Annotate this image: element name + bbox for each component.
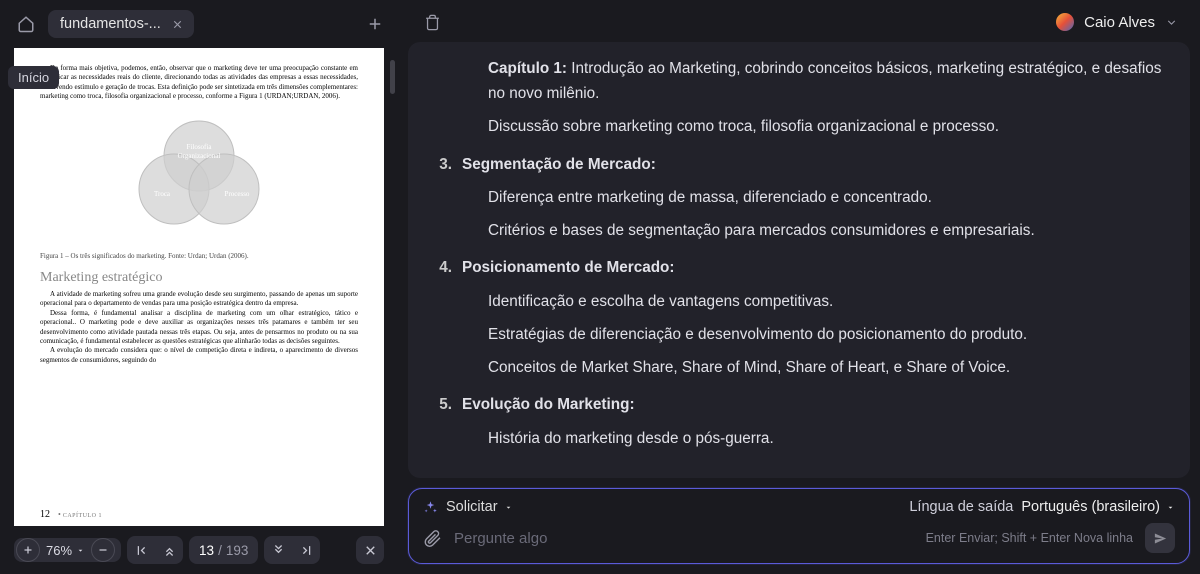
mode-selector[interactable]: Solicitar	[446, 499, 513, 515]
list-item-heading: 3.Segmentação de Mercado:	[436, 152, 1162, 177]
chat-input[interactable]	[454, 530, 914, 547]
sparkle-icon	[423, 500, 438, 515]
venn-label-left: Troca	[154, 190, 171, 198]
home-tooltip: Início	[8, 66, 59, 89]
list-item-body: Identificação e escolha de vantagens com…	[436, 289, 1162, 314]
doc-paragraph: De forma mais objetiva, podemos, então, …	[40, 64, 358, 102]
tab-label: fundamentos-...	[60, 16, 161, 32]
list-item-heading: 4.Posicionamento de Mercado:	[436, 255, 1162, 280]
section-heading: Marketing estratégico	[40, 270, 358, 286]
send-button[interactable]	[1145, 523, 1175, 553]
list-item-body: Diferença entre marketing de massa, dife…	[436, 185, 1162, 210]
home-button[interactable]	[14, 12, 38, 36]
zoom-level[interactable]: 76%	[42, 543, 89, 558]
next-page-button[interactable]	[264, 536, 292, 564]
document-page: De forma mais objetiva, podemos, então, …	[14, 48, 384, 526]
chapter-intro: Capítulo 1: Introdução ao Marketing, cob…	[436, 56, 1162, 106]
close-toolbar-button[interactable]	[356, 536, 384, 564]
figure-caption: Figura 1 – Os três significados do marke…	[40, 252, 358, 260]
user-name: Caio Alves	[1084, 14, 1155, 31]
first-page-button[interactable]	[127, 536, 155, 564]
add-tab-button[interactable]	[366, 15, 384, 33]
avatar	[1056, 13, 1074, 31]
venn-diagram: Filosofia Organizacional Troca Processo	[40, 106, 358, 246]
prev-page-button[interactable]	[155, 536, 183, 564]
attach-button[interactable]	[423, 529, 442, 548]
language-label: Língua de saída	[909, 499, 1013, 515]
user-menu-chevron-icon[interactable]	[1165, 16, 1178, 29]
zoom-out-button[interactable]	[91, 538, 115, 562]
list-item-body: Estratégias de diferenciação e desenvolv…	[436, 322, 1162, 347]
trash-button[interactable]	[420, 10, 444, 34]
page-footer: 12 • CAPÍTULO 1	[40, 509, 102, 520]
doc-paragraph: A atividade de marketing sofreu uma gran…	[40, 290, 358, 309]
chat-content: Capítulo 1: Introdução ao Marketing, cob…	[408, 42, 1190, 478]
list-item-body: Critérios e bases de segmentação para me…	[436, 218, 1162, 243]
list-item-body: História do marketing desde o pós-guerra…	[436, 426, 1162, 451]
list-item-body: Conceitos de Market Share, Share of Mind…	[436, 355, 1162, 380]
input-hint: Enter Enviar; Shift + Enter Nova linha	[926, 531, 1133, 545]
language-selector[interactable]: Português (brasileiro)	[1021, 499, 1175, 515]
doc-paragraph: Dessa forma, é fundamental analisar a di…	[40, 309, 358, 347]
scrollbar-thumb[interactable]	[390, 60, 395, 94]
venn-label-right: Processo	[225, 190, 250, 198]
document-tab[interactable]: fundamentos-...	[48, 10, 194, 38]
zoom-in-button[interactable]	[16, 538, 40, 562]
doc-paragraph: A evolução do mercado considera que: o n…	[40, 346, 358, 365]
venn-label-top1: Filosofia	[187, 143, 213, 151]
last-page-button[interactable]	[292, 536, 320, 564]
page-indicator[interactable]: 13 / 193	[189, 536, 258, 564]
list-item-heading: 5.Evolução do Marketing:	[436, 392, 1162, 417]
input-dock: Solicitar Língua de saída Português (bra…	[408, 488, 1190, 564]
chapter-subitem: Discussão sobre marketing como troca, fi…	[436, 114, 1162, 139]
close-tab-icon[interactable]	[171, 18, 184, 31]
venn-label-top2: Organizacional	[178, 152, 221, 160]
